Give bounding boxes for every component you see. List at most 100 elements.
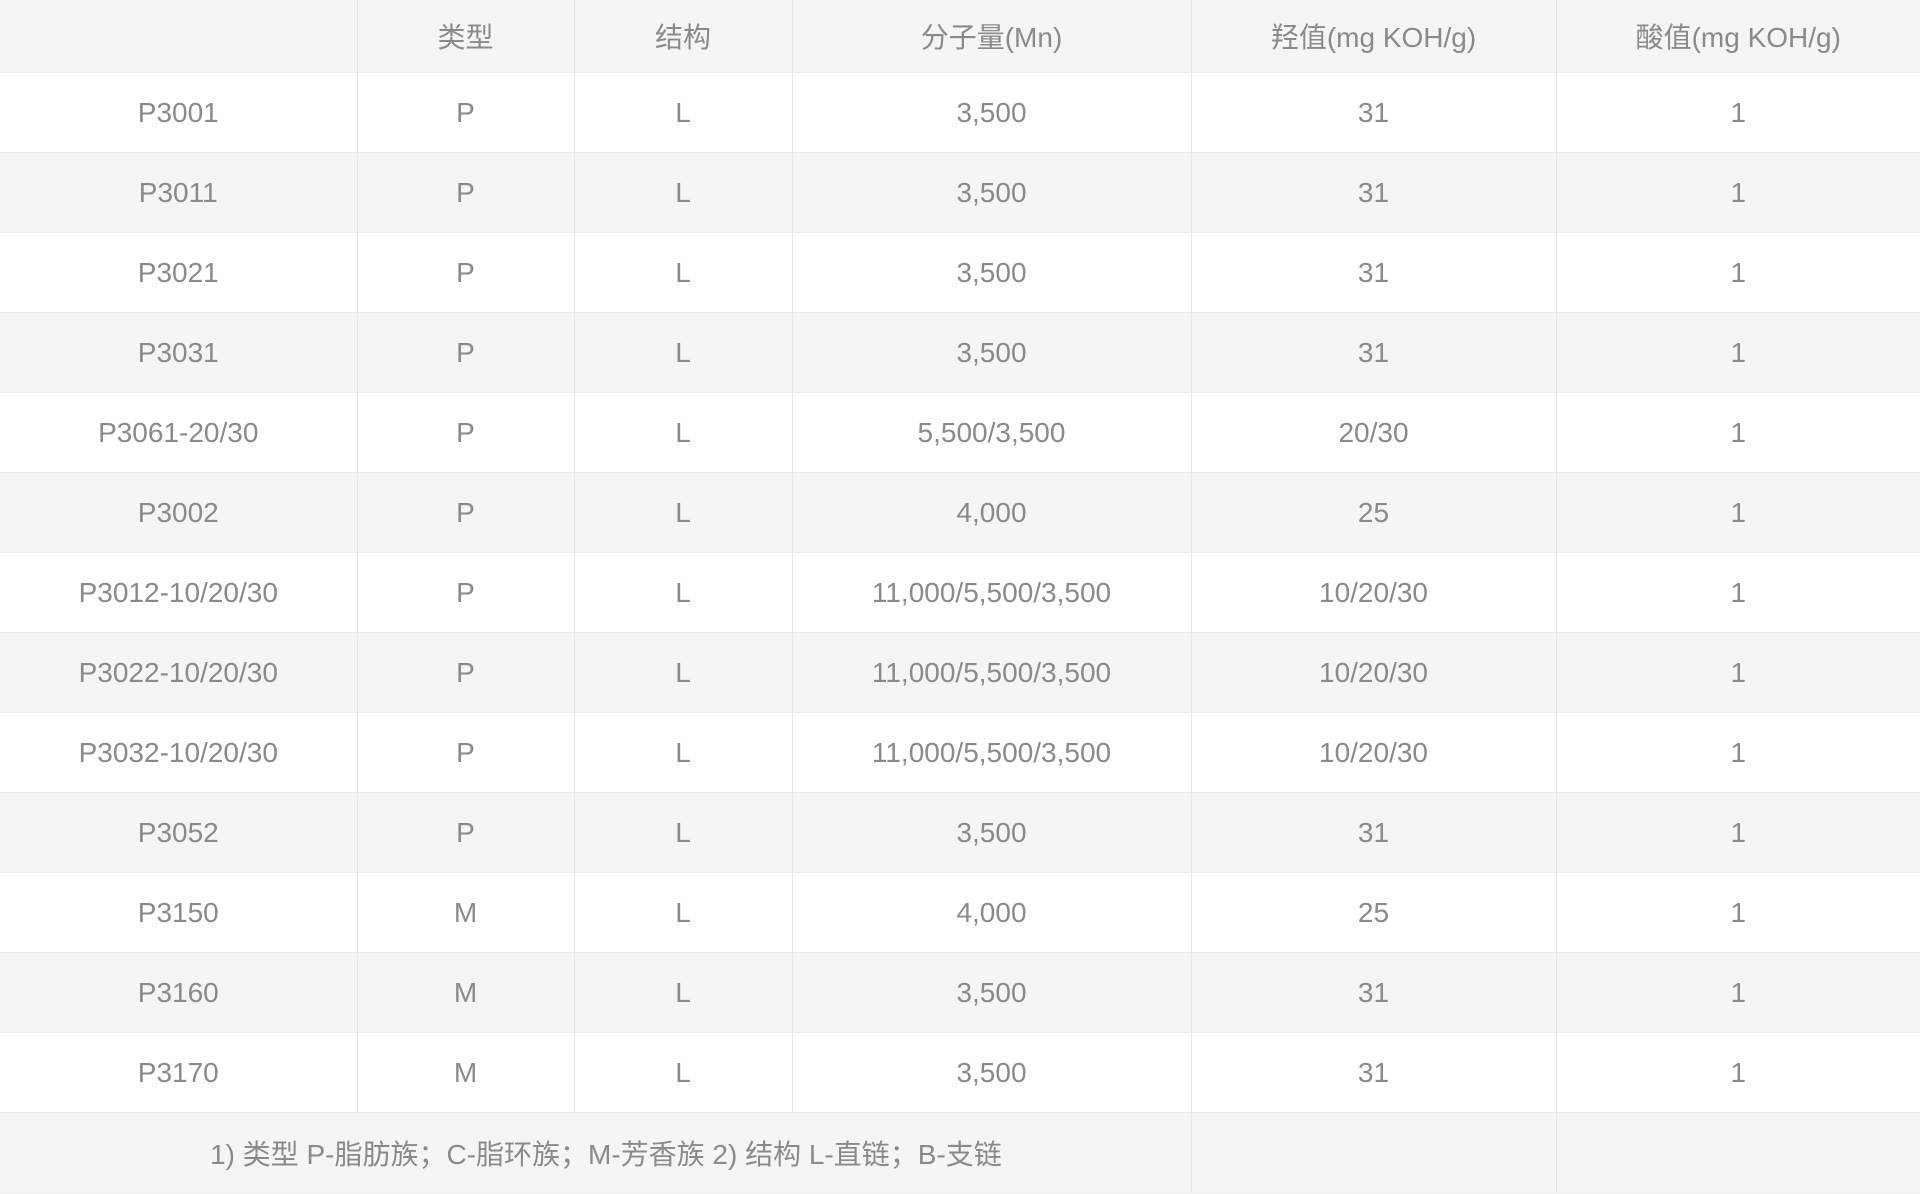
cell-hydroxyl-value: 10/20/30 bbox=[1190, 712, 1556, 793]
cell-product: P3170 bbox=[0, 1032, 357, 1113]
table-footer: 1) 类型 P-脂肪族；C-脂环族；M-芳香族 2) 结构 L-直链；B-支链 bbox=[0, 1112, 1920, 1194]
cell-molecular-weight: 3,500 bbox=[791, 1032, 1191, 1113]
header-molecular-weight: 分子量(Mn) bbox=[791, 0, 1191, 73]
note-empty-cell bbox=[1555, 1112, 1920, 1194]
header-structure: 结构 bbox=[573, 0, 792, 73]
cell-structure: L bbox=[573, 472, 792, 553]
cell-hydroxyl-value: 10/20/30 bbox=[1190, 552, 1556, 633]
cell-hydroxyl-value: 10/20/30 bbox=[1190, 632, 1556, 713]
cell-type: P bbox=[356, 632, 574, 713]
cell-hydroxyl-value: 25 bbox=[1190, 872, 1556, 953]
cell-type: P bbox=[356, 152, 574, 233]
cell-type: P bbox=[356, 792, 574, 873]
table-row: P3011 P L 3,500 31 1 bbox=[0, 152, 1920, 233]
cell-hydroxyl-value: 31 bbox=[1190, 952, 1556, 1033]
cell-type: M bbox=[356, 1032, 574, 1113]
cell-type: P bbox=[356, 472, 574, 553]
table-row: P3001 P L 3,500 31 1 bbox=[0, 72, 1920, 153]
table-row: P3002 P L 4,000 25 1 bbox=[0, 472, 1920, 553]
cell-acid-value: 1 bbox=[1555, 312, 1920, 393]
cell-type: M bbox=[356, 952, 574, 1033]
cell-structure: L bbox=[573, 792, 792, 873]
cell-structure: L bbox=[573, 392, 792, 473]
cell-product: P3011 bbox=[0, 152, 357, 233]
cell-type: P bbox=[356, 392, 574, 473]
legend-note: 1) 类型 P-脂肪族；C-脂环族；M-芳香族 2) 结构 L-直链；B-支链 bbox=[0, 1112, 1191, 1194]
table-row: P3032-10/20/30 P L 11,000/5,500/3,500 10/20/… bbox=[0, 712, 1920, 793]
cell-hydroxyl-value: 31 bbox=[1190, 1032, 1556, 1113]
cell-molecular-weight: 11,000/5,500/3,500 bbox=[791, 712, 1191, 793]
header-hydroxyl-value: 羟值(mg KOH/g) bbox=[1190, 0, 1556, 73]
cell-type: P bbox=[356, 312, 574, 393]
cell-product: P3032-10/20/30 bbox=[0, 712, 357, 793]
cell-molecular-weight: 3,500 bbox=[791, 312, 1191, 393]
cell-acid-value: 1 bbox=[1555, 472, 1920, 553]
cell-acid-value: 1 bbox=[1555, 392, 1920, 473]
table-row: P3150 M L 4,000 25 1 bbox=[0, 872, 1920, 953]
cell-acid-value: 1 bbox=[1555, 232, 1920, 313]
cell-hydroxyl-value: 20/30 bbox=[1190, 392, 1556, 473]
cell-structure: L bbox=[573, 872, 792, 953]
cell-molecular-weight: 3,500 bbox=[791, 792, 1191, 873]
table-header: 类型 结构 分子量(Mn) 羟值(mg KOH/g) 酸值(mg KOH/g) bbox=[0, 0, 1920, 73]
cell-molecular-weight: 4,000 bbox=[791, 472, 1191, 553]
cell-structure: L bbox=[573, 1032, 792, 1113]
cell-structure: L bbox=[573, 632, 792, 713]
cell-molecular-weight: 11,000/5,500/3,500 bbox=[791, 552, 1191, 633]
cell-molecular-weight: 3,500 bbox=[791, 952, 1191, 1033]
table-body: P3001 P L 3,500 31 1 P3011 P L 3,500 31 1 P3021 P L 3,5… bbox=[0, 72, 1920, 1113]
note-row: 1) 类型 P-脂肪族；C-脂环族；M-芳香族 2) 结构 L-直链；B-支链 bbox=[0, 1112, 1920, 1194]
cell-acid-value: 1 bbox=[1555, 632, 1920, 713]
cell-type: P bbox=[356, 712, 574, 793]
cell-hydroxyl-value: 25 bbox=[1190, 472, 1556, 553]
cell-acid-value: 1 bbox=[1555, 952, 1920, 1033]
cell-hydroxyl-value: 31 bbox=[1190, 792, 1556, 873]
header-acid-value: 酸值(mg KOH/g) bbox=[1555, 0, 1920, 73]
cell-structure: L bbox=[573, 312, 792, 393]
table-row: P3061-20/30 P L 5,500/3,500 20/30 1 bbox=[0, 392, 1920, 473]
cell-acid-value: 1 bbox=[1555, 552, 1920, 633]
cell-type: P bbox=[356, 72, 574, 153]
cell-product: P3150 bbox=[0, 872, 357, 953]
table-row: P3052 P L 3,500 31 1 bbox=[0, 792, 1920, 873]
header-type: 类型 bbox=[356, 0, 574, 73]
cell-hydroxyl-value: 31 bbox=[1190, 232, 1556, 313]
cell-hydroxyl-value: 31 bbox=[1190, 312, 1556, 393]
cell-structure: L bbox=[573, 712, 792, 793]
table-row: P3170 M L 3,500 31 1 bbox=[0, 1032, 1920, 1113]
note-empty-cell bbox=[1190, 1112, 1556, 1194]
cell-type: P bbox=[356, 552, 574, 633]
cell-type: M bbox=[356, 872, 574, 953]
cell-molecular-weight: 3,500 bbox=[791, 72, 1191, 153]
cell-molecular-weight: 3,500 bbox=[791, 152, 1191, 233]
cell-molecular-weight: 11,000/5,500/3,500 bbox=[791, 632, 1191, 713]
cell-product: P3061-20/30 bbox=[0, 392, 357, 473]
product-spec-table: 类型 结构 分子量(Mn) 羟值(mg KOH/g) 酸值(mg KOH/g) … bbox=[0, 0, 1920, 1194]
header-row: 类型 结构 分子量(Mn) 羟值(mg KOH/g) 酸值(mg KOH/g) bbox=[0, 0, 1920, 73]
cell-structure: L bbox=[573, 152, 792, 233]
cell-product: P3031 bbox=[0, 312, 357, 393]
cell-acid-value: 1 bbox=[1555, 72, 1920, 153]
cell-molecular-weight: 5,500/3,500 bbox=[791, 392, 1191, 473]
cell-product: P3160 bbox=[0, 952, 357, 1033]
cell-product: P3012-10/20/30 bbox=[0, 552, 357, 633]
cell-structure: L bbox=[573, 552, 792, 633]
table-row: P3021 P L 3,500 31 1 bbox=[0, 232, 1920, 313]
cell-product: P3052 bbox=[0, 792, 357, 873]
table-row: P3022-10/20/30 P L 11,000/5,500/3,500 10/20/… bbox=[0, 632, 1920, 713]
table-row: P3160 M L 3,500 31 1 bbox=[0, 952, 1920, 1033]
cell-product: P3002 bbox=[0, 472, 357, 553]
cell-product: P3001 bbox=[0, 72, 357, 153]
cell-hydroxyl-value: 31 bbox=[1190, 152, 1556, 233]
cell-hydroxyl-value: 31 bbox=[1190, 72, 1556, 153]
cell-structure: L bbox=[573, 72, 792, 153]
cell-structure: L bbox=[573, 952, 792, 1033]
header-product bbox=[0, 0, 357, 73]
cell-acid-value: 1 bbox=[1555, 872, 1920, 953]
cell-type: P bbox=[356, 232, 574, 313]
cell-molecular-weight: 4,000 bbox=[791, 872, 1191, 953]
table-row: P3031 P L 3,500 31 1 bbox=[0, 312, 1920, 393]
cell-molecular-weight: 3,500 bbox=[791, 232, 1191, 313]
cell-acid-value: 1 bbox=[1555, 1032, 1920, 1113]
cell-product: P3021 bbox=[0, 232, 357, 313]
